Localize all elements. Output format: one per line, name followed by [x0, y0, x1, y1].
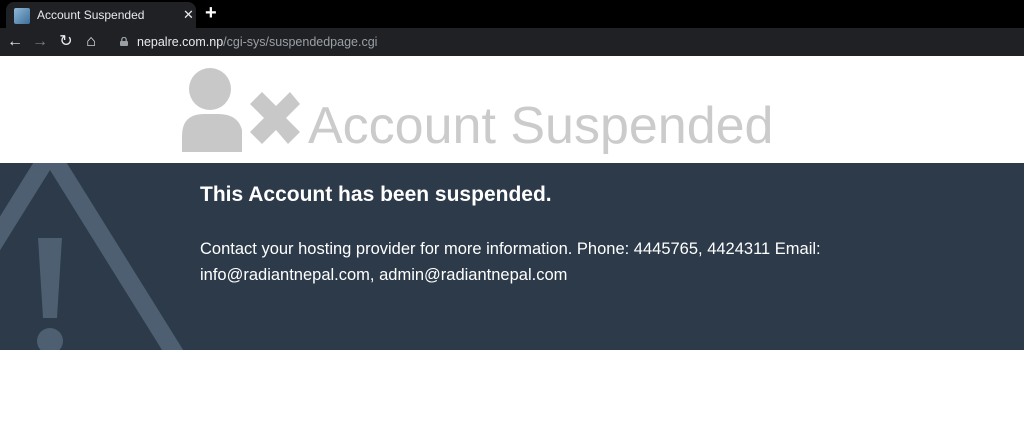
new-tab-button[interactable]: +	[205, 3, 217, 23]
url-text[interactable]: nepalre.com.np/cgi-sys/suspendedpage.cgi	[137, 35, 377, 49]
url-path: /cgi-sys/suspendedpage.cgi	[223, 35, 378, 49]
header-logo: Account Suspended	[0, 56, 1024, 163]
reload-button[interactable]: ↻	[56, 32, 76, 52]
warning-triangle-icon	[0, 163, 184, 350]
lock-icon	[120, 37, 128, 46]
suspension-banner: This Account has been suspended. Contact…	[0, 163, 1024, 350]
browser-toolbar: ← → ↻ ⌂ nepalre.com.np/cgi-sys/suspended…	[0, 28, 1024, 56]
tab-bar: Account Suspended ✕ +	[0, 0, 1024, 28]
forward-button[interactable]: →	[30, 32, 50, 52]
favicon-icon	[14, 8, 30, 24]
back-button[interactable]: ←	[5, 32, 25, 52]
address-bar[interactable]: nepalre.com.np/cgi-sys/suspendedpage.cgi	[110, 30, 1024, 54]
tab-title: Account Suspended	[37, 8, 145, 22]
page-title: Account Suspended	[308, 97, 774, 155]
suspended-heading: This Account has been suspended.	[200, 183, 552, 206]
browser-tab[interactable]: Account Suspended ✕	[6, 2, 196, 28]
url-host: nepalre.com.np	[137, 35, 224, 49]
close-tab-icon[interactable]: ✕	[183, 8, 194, 21]
home-button[interactable]: ⌂	[81, 32, 101, 52]
user-with-x-icon	[182, 68, 300, 152]
page-content: Account Suspended This Account has been …	[0, 56, 1024, 425]
contact-info: Contact your hosting provider for more i…	[200, 240, 821, 284]
